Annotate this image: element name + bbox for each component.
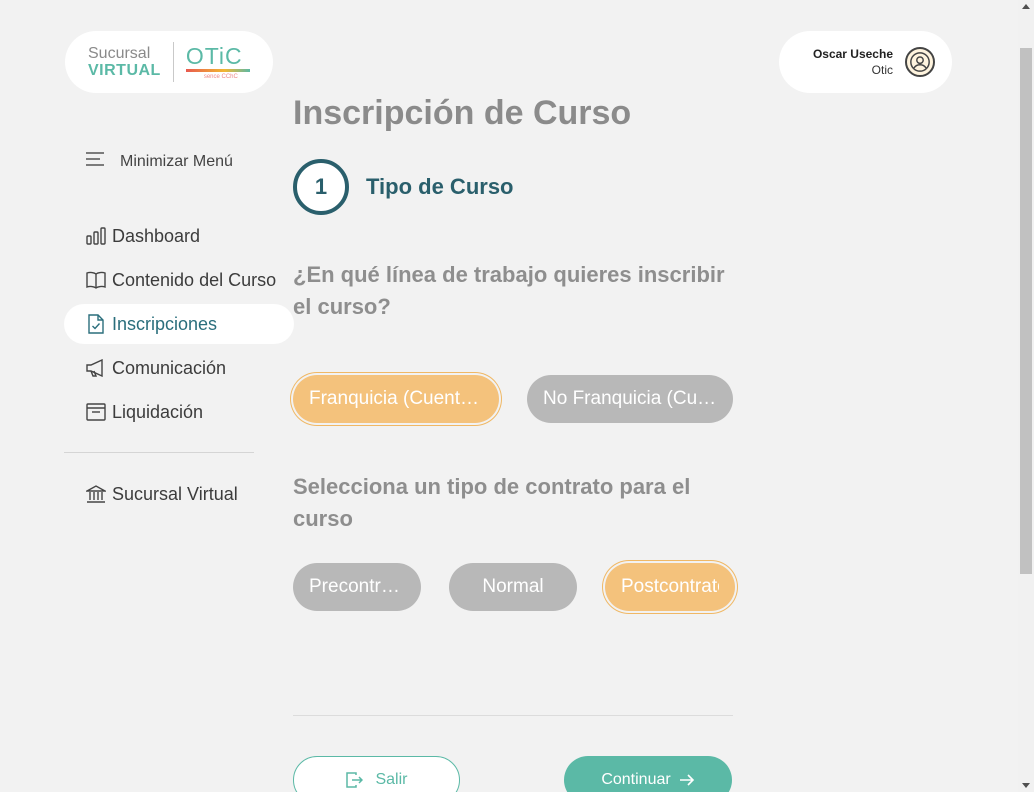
otic-logo: OTiC sence CChC (185, 43, 250, 80)
user-name: Oscar Useche (812, 47, 893, 61)
otic-logo-subtext: sence CChC (203, 74, 238, 80)
option-normal[interactable]: Normal (449, 563, 577, 611)
exit-button[interactable]: Salir (293, 756, 460, 792)
arrow-right-icon (679, 773, 695, 787)
sidebar-item-label: Liquidación (112, 401, 204, 422)
minimize-menu-label: Minimizar Menú (120, 152, 233, 170)
sidebar-item-label: Dashboard (112, 225, 201, 246)
user-org: Otic (871, 63, 893, 77)
continue-label: Continuar (601, 771, 671, 788)
sidebar-item-label: Inscripciones (112, 313, 218, 334)
user-info: Oscar Useche Otic (813, 46, 893, 78)
sidebar-item-contenido[interactable]: Contenido del Curso (64, 260, 294, 300)
option-label: Precontrato (309, 576, 405, 597)
minimize-menu-button[interactable]: Minimizar Menú (86, 152, 233, 171)
contract-question: Selecciona un tipo de contrato para el c… (293, 474, 691, 531)
step-number: 1 (293, 159, 349, 215)
sucursal-virtual-logo: Sucursal VIRTUAL (88, 45, 161, 79)
scrollbar-thumb[interactable] (1020, 48, 1032, 574)
continue-button[interactable]: Continuar (564, 756, 732, 792)
exit-icon (345, 771, 364, 789)
option-label: Franquicia (Cuenta Capacitación) (309, 388, 483, 409)
option-label: Postcontrato (621, 576, 719, 597)
sidebar-nav: Dashboard Contenido del Curso Inscripcio… (64, 216, 294, 436)
scroll-down-icon[interactable] (1022, 783, 1030, 788)
megaphone-icon (86, 358, 106, 378)
step-indicator: 1 Tipo de Curso (293, 159, 514, 215)
logo-virtual-text: VIRTUAL (88, 62, 161, 79)
option-no-franquicia[interactable]: No Franquicia (Cuenta Excedentes) (527, 375, 733, 423)
logo-divider (172, 42, 174, 82)
sidebar-divider (64, 452, 254, 453)
option-franquicia[interactable]: Franquicia (Cuenta Capacitación) (293, 375, 499, 423)
bar-chart-icon (86, 226, 106, 246)
menu-icon (86, 152, 104, 171)
bank-icon (86, 484, 106, 504)
option-label: Normal (482, 576, 544, 597)
sidebar-item-label: Contenido del Curso (112, 269, 277, 290)
page-scrollbar[interactable] (1018, 0, 1034, 792)
sidebar-item-label: Comunicación (112, 357, 227, 378)
book-icon (86, 270, 106, 290)
sidebar-item-dashboard[interactable]: Dashboard (64, 216, 294, 256)
sidebar-item-inscripciones[interactable]: Inscripciones (64, 304, 294, 344)
brand-logo[interactable]: Sucursal VIRTUAL OTiC sence CChC (65, 31, 273, 93)
sidebar-item-label: Sucursal Virtual (112, 483, 238, 504)
document-check-icon (86, 314, 106, 334)
option-label: No Franquicia (Cuenta Excedentes) (543, 388, 717, 409)
option-postcontrato[interactable]: Postcontrato (605, 563, 735, 611)
sidebar-item-sucursal-virtual[interactable]: Sucursal Virtual (64, 474, 294, 514)
otic-logo-bar (185, 69, 250, 72)
page-title: Inscripción de Curso (293, 94, 632, 132)
scroll-up-icon[interactable] (1022, 4, 1030, 9)
archive-icon (86, 402, 106, 422)
option-precontrato[interactable]: Precontrato (293, 563, 421, 611)
user-circle-icon[interactable] (905, 47, 935, 77)
sidebar-item-liquidacion[interactable]: Liquidación (64, 392, 294, 432)
sidebar-item-comunicacion[interactable]: Comunicación (64, 348, 294, 388)
exit-label: Salir (375, 771, 408, 788)
otic-logo-text: OTiC (185, 43, 243, 69)
user-menu[interactable]: Oscar Useche Otic (779, 31, 952, 93)
sidebar-bottom: Sucursal Virtual (64, 474, 294, 518)
logo-sucursal-text: Sucursal (88, 45, 151, 62)
form-divider (293, 715, 733, 716)
line-question: ¿En qué línea de trabajo quieres inscrib… (293, 262, 725, 319)
step-label: Tipo de Curso (366, 174, 514, 199)
